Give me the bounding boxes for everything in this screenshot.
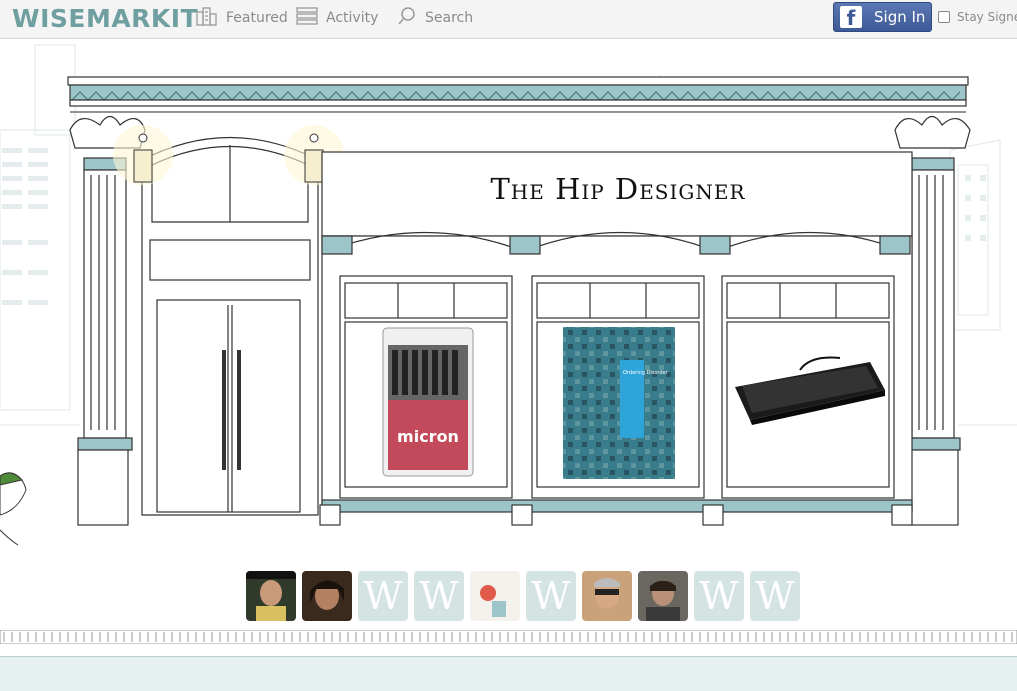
- top-bar: WISEMARKIT Featured Activity Search f Si…: [0, 0, 1017, 39]
- list-icon: [296, 7, 318, 29]
- visitor-avatar[interactable]: [302, 571, 352, 621]
- buildings-icon: [196, 6, 218, 30]
- site-logo[interactable]: WISEMARKIT: [12, 4, 198, 33]
- sidewalk-railing: [0, 630, 1017, 644]
- visitor-avatar-placeholder[interactable]: W: [526, 571, 576, 621]
- street: [0, 656, 1017, 691]
- magnifier-icon: [397, 6, 417, 30]
- planter: [0, 472, 27, 546]
- nav-search[interactable]: Search: [397, 0, 473, 36]
- stay-signed-checkbox[interactable]: [938, 11, 950, 23]
- stay-signed-in[interactable]: Stay Signed: [938, 10, 1017, 24]
- nav-activity[interactable]: Activity: [296, 0, 378, 36]
- sign-in-label: Sign In: [874, 8, 926, 26]
- visitor-avatars: W W W W W: [246, 571, 806, 621]
- facebook-icon: f: [840, 6, 862, 30]
- visitor-avatar[interactable]: [246, 571, 296, 621]
- visitor-avatar-placeholder[interactable]: W: [358, 571, 408, 621]
- visitor-avatar-placeholder[interactable]: W: [750, 571, 800, 621]
- svg-text:Ordering Disorder: Ordering Disorder: [623, 370, 669, 376]
- facebook-sign-in-button[interactable]: f Sign In: [833, 2, 932, 32]
- stay-signed-label: Stay Signed: [957, 10, 1017, 24]
- visitor-avatar[interactable]: [638, 571, 688, 621]
- visitor-avatar[interactable]: [470, 571, 520, 621]
- nav-featured[interactable]: Featured: [196, 0, 288, 36]
- storefront-illustration: micron Ordering Disorder: [0, 44, 1017, 546]
- nav-featured-label: Featured: [226, 10, 288, 26]
- product-ordering-disorder-book: Ordering Disorder: [563, 327, 675, 479]
- store-name: The Hip Designer: [490, 172, 746, 206]
- door-section: [141, 136, 319, 516]
- visitor-avatar[interactable]: [582, 571, 632, 621]
- visitor-avatar-placeholder[interactable]: W: [414, 571, 464, 621]
- cornice: [67, 76, 969, 113]
- visitor-avatar-placeholder[interactable]: W: [694, 571, 744, 621]
- svg-text:micron: micron: [397, 427, 459, 446]
- nav-activity-label: Activity: [326, 10, 379, 26]
- product-micron-pens: micron: [382, 327, 474, 477]
- nav-search-label: Search: [425, 10, 474, 26]
